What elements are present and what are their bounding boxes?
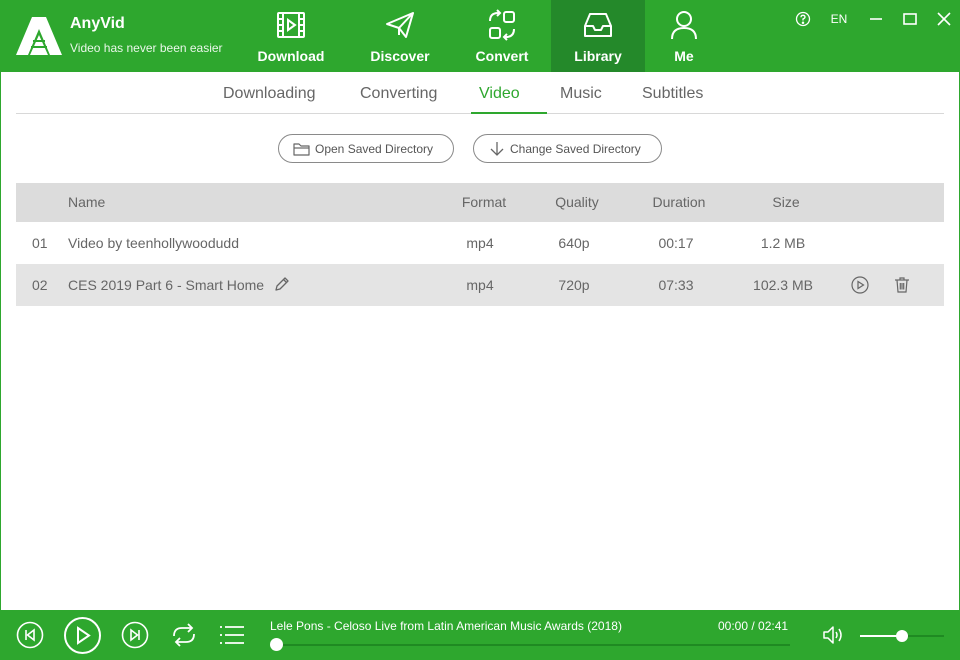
nav-library[interactable]: Library (551, 0, 645, 72)
volume-knob[interactable] (896, 630, 908, 642)
nav-label-convert: Convert (475, 48, 529, 64)
app-tagline: Video has never been easier (70, 41, 223, 55)
row-size: 1.2 MB (760, 235, 806, 251)
player-bar: Lele Pons - Celoso Live from Latin Ameri… (0, 610, 960, 660)
help-icon (795, 11, 811, 27)
active-tab-indicator (471, 112, 547, 114)
playlist-icon[interactable] (219, 624, 245, 646)
tab-downloading[interactable]: Downloading (223, 85, 316, 103)
row-quality: 640p (558, 235, 590, 251)
row-duration: 07:33 (658, 277, 694, 293)
video-table: Name Format Quality Duration Size 01 Vid… (16, 183, 944, 306)
row-name: CES 2019 Part 6 - Smart Home (68, 277, 265, 293)
tab-music[interactable]: Music (560, 85, 602, 103)
paper-plane-icon (386, 12, 414, 38)
trash-icon[interactable] (893, 276, 911, 294)
minimize-button[interactable] (867, 9, 885, 29)
nav-download[interactable]: Download (243, 0, 339, 72)
row-index: 02 (32, 277, 48, 293)
close-button[interactable] (935, 9, 953, 29)
app-header: AnyVid Video has never been easier Downl… (0, 0, 960, 72)
column-format[interactable]: Format (444, 183, 524, 222)
progress-bar[interactable] (276, 644, 790, 646)
maximize-icon (903, 13, 917, 25)
column-duration[interactable]: Duration (639, 183, 719, 222)
tab-converting[interactable]: Converting (360, 85, 437, 103)
maximize-button[interactable] (901, 9, 919, 29)
nav-label-download: Download (257, 48, 325, 64)
row-index: 01 (32, 235, 48, 251)
pencil-icon[interactable] (274, 276, 290, 292)
change-saved-directory-button[interactable]: Change Saved Directory (473, 134, 662, 163)
table-header: Name Format Quality Duration Size (16, 183, 944, 222)
row-duration: 00:17 (658, 235, 694, 251)
help-button[interactable] (793, 9, 813, 29)
inbox-tray-icon (584, 13, 612, 37)
playback-time: 00:00 / 02:41 (718, 619, 789, 633)
column-quality[interactable]: Quality (537, 183, 617, 222)
table-row[interactable]: 01 Video by teenhollywoodudd mp4 640p 00… (16, 222, 944, 264)
library-subtabs: Downloading Converting Video Music Subti… (16, 72, 944, 114)
nav-label-discover: Discover (370, 48, 430, 64)
column-size[interactable]: Size (746, 183, 826, 222)
row-format: mp4 (466, 235, 494, 251)
open-saved-directory-button[interactable]: Open Saved Directory (278, 134, 454, 163)
row-format: mp4 (466, 277, 494, 293)
folder-icon (293, 143, 310, 156)
app-name: AnyVid (70, 15, 125, 32)
now-playing-title: Lele Pons - Celoso Live from Latin Ameri… (270, 619, 622, 633)
nav-convert[interactable]: Convert (454, 0, 550, 72)
previous-track-icon[interactable] (16, 621, 44, 649)
progress-knob[interactable] (270, 638, 283, 651)
row-quality: 720p (558, 277, 590, 293)
language-button[interactable]: EN (826, 9, 852, 29)
user-icon (671, 11, 697, 40)
change-saved-directory-label: Change Saved Directory (510, 141, 641, 156)
nav-me[interactable]: Me (648, 0, 720, 72)
row-name: Video by teenhollywoodudd (68, 235, 239, 251)
next-track-icon[interactable] (121, 621, 149, 649)
film-icon (277, 12, 305, 38)
play-circle-icon[interactable] (851, 276, 869, 294)
nav-discover[interactable]: Discover (352, 0, 448, 72)
row-size: 102.3 MB (753, 277, 813, 293)
convert-icon (489, 9, 515, 41)
tab-subtitles[interactable]: Subtitles (642, 85, 703, 103)
anyvid-logo-icon (16, 17, 62, 55)
play-icon[interactable] (63, 616, 102, 655)
nav-label-library: Library (574, 48, 622, 64)
volume-icon[interactable] (822, 625, 844, 645)
column-name[interactable]: Name (68, 183, 105, 222)
arrow-down-icon (490, 142, 504, 156)
table-row[interactable]: 02 CES 2019 Part 6 - Smart Home mp4 720p… (16, 264, 944, 306)
nav-label-me: Me (674, 48, 694, 64)
minimize-icon (870, 18, 882, 20)
repeat-icon[interactable] (170, 622, 198, 648)
close-icon (937, 12, 951, 26)
tab-video[interactable]: Video (479, 85, 520, 103)
open-saved-directory-label: Open Saved Directory (315, 141, 434, 156)
